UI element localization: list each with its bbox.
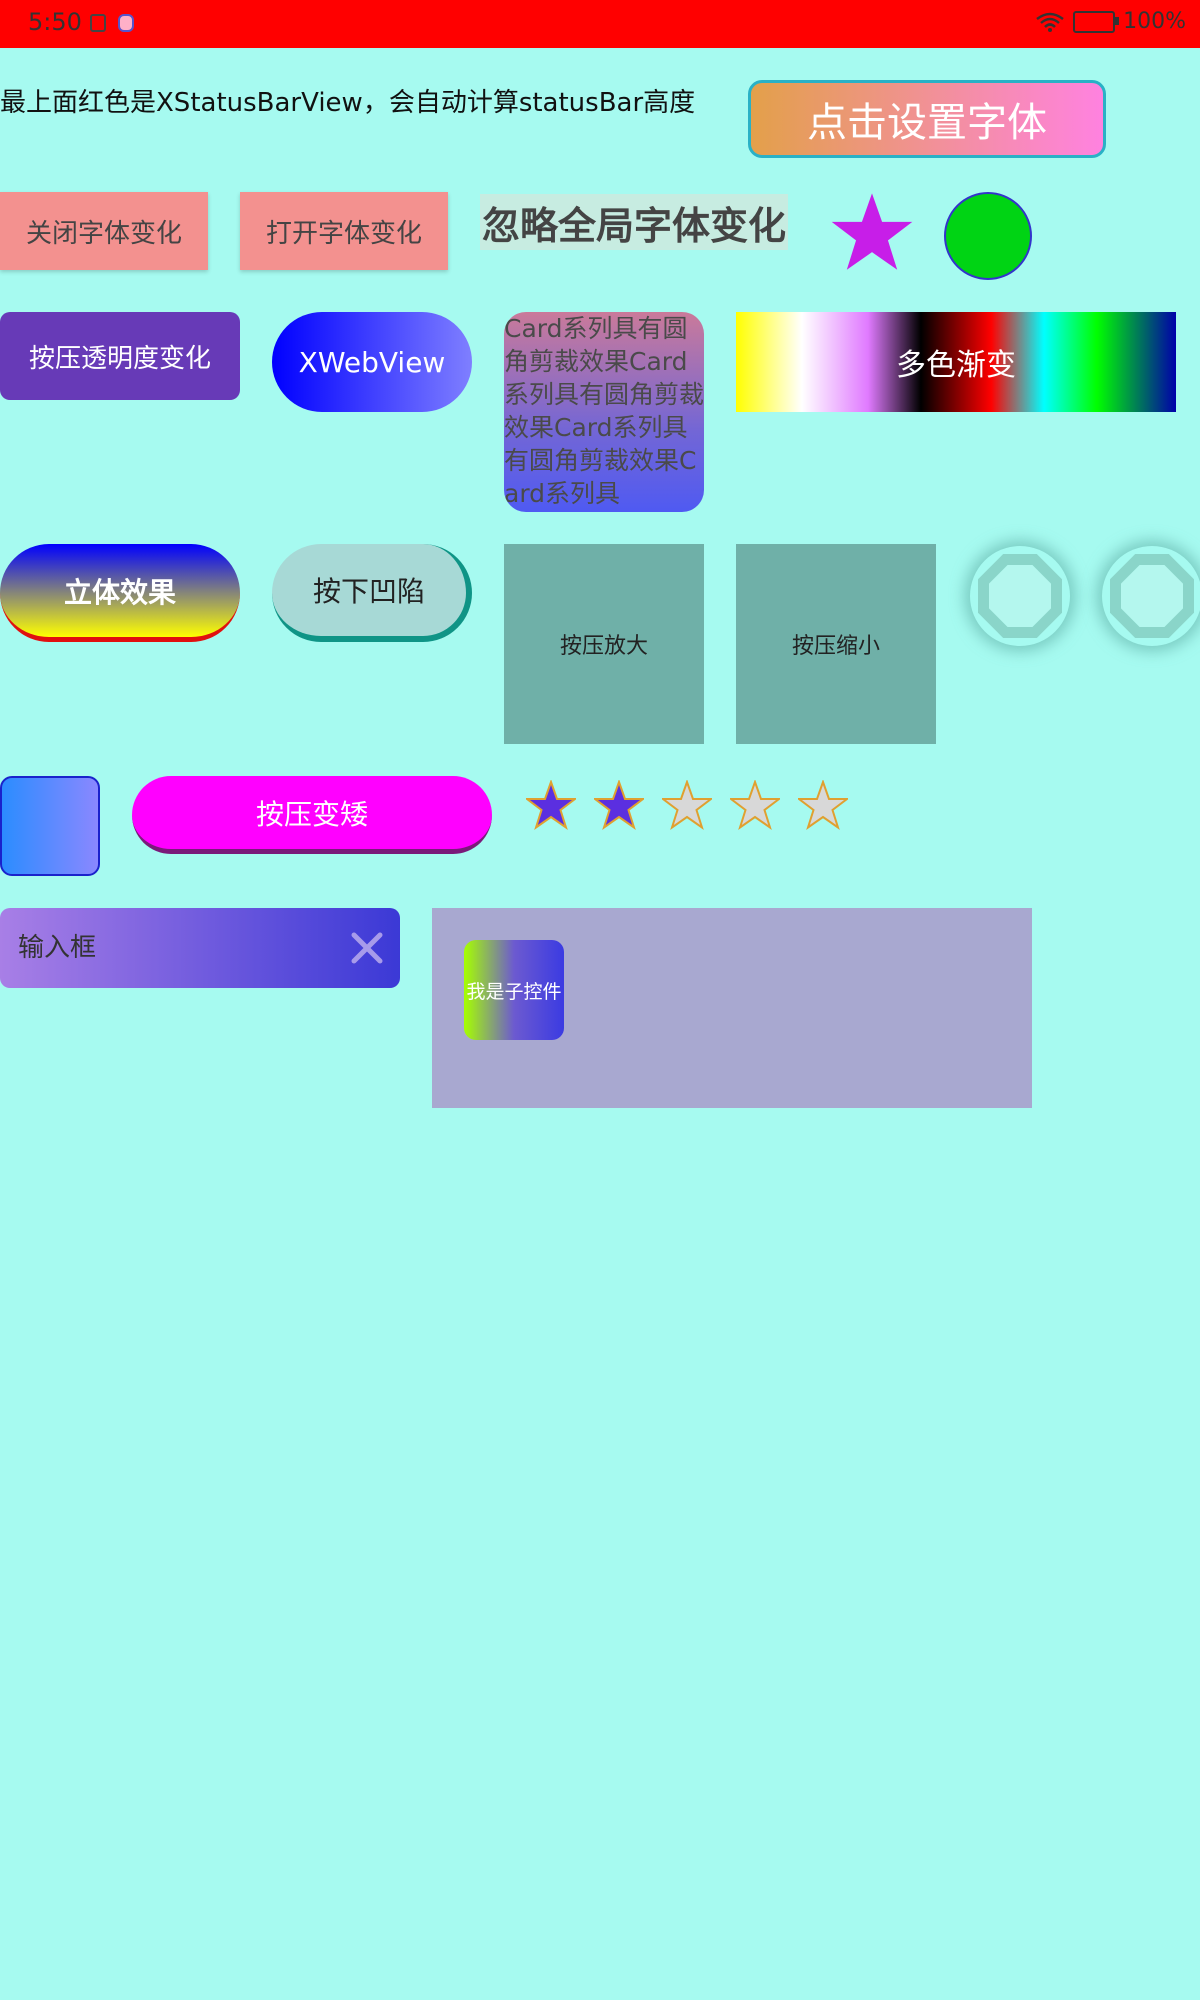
close-font-change-button[interactable]: 关闭字体变化 xyxy=(0,192,208,270)
rating-bar[interactable] xyxy=(526,780,848,830)
notification-icon xyxy=(90,14,106,32)
press-shrink-button[interactable]: 按压缩小 xyxy=(736,544,936,744)
star-filled-icon[interactable] xyxy=(594,780,644,830)
star-empty-icon[interactable] xyxy=(662,780,712,830)
octagon-icon xyxy=(978,554,1062,638)
battery-text: 100% xyxy=(1123,9,1186,34)
wifi-icon xyxy=(1036,12,1064,32)
input-container xyxy=(0,908,400,988)
clear-icon[interactable] xyxy=(350,931,384,965)
gradient-square[interactable] xyxy=(0,776,100,876)
card-text: Card系列具有圆角剪裁效果Card系列具有圆角剪裁效果Card系列具有圆角剪裁… xyxy=(504,312,704,512)
star-empty-icon[interactable] xyxy=(798,780,848,830)
status-right: 100% xyxy=(1035,9,1186,34)
green-circle[interactable] xyxy=(944,192,1032,280)
concave-button[interactable]: 按下凹陷 xyxy=(272,544,472,642)
open-font-change-button[interactable]: 打开字体变化 xyxy=(240,192,448,270)
child-control[interactable]: 我是子控件 xyxy=(464,940,564,1040)
press-enlarge-button[interactable]: 按压放大 xyxy=(504,544,704,744)
stereo-button[interactable]: 立体效果 xyxy=(0,544,240,642)
status-time: 5:50 xyxy=(28,8,82,36)
set-font-button[interactable]: 点击设置字体 xyxy=(748,80,1106,158)
text-input[interactable] xyxy=(16,932,320,964)
star-filled-icon[interactable] xyxy=(526,780,576,830)
xwebview-button[interactable]: XWebView xyxy=(272,312,472,412)
octagon-icon xyxy=(1110,554,1194,638)
alpha-press-button[interactable]: 按压透明度变化 xyxy=(0,312,240,400)
octagon-button-1[interactable] xyxy=(970,546,1070,646)
octagon-button-2[interactable] xyxy=(1102,546,1200,646)
avatar-icon xyxy=(118,14,134,32)
status-bar xyxy=(0,0,1200,48)
press-short-button[interactable]: 按压变矮 xyxy=(132,776,492,854)
star-empty-icon[interactable] xyxy=(730,780,780,830)
battery-icon xyxy=(1073,10,1120,33)
description-text: 最上面红色是XStatusBarView，会自动计算statusBar高度 xyxy=(0,88,696,118)
multi-gradient-button[interactable]: 多色渐变 xyxy=(736,312,1176,412)
star-icon[interactable] xyxy=(830,190,914,274)
ignore-global-font-label: 忽略全局字体变化 xyxy=(480,194,789,250)
